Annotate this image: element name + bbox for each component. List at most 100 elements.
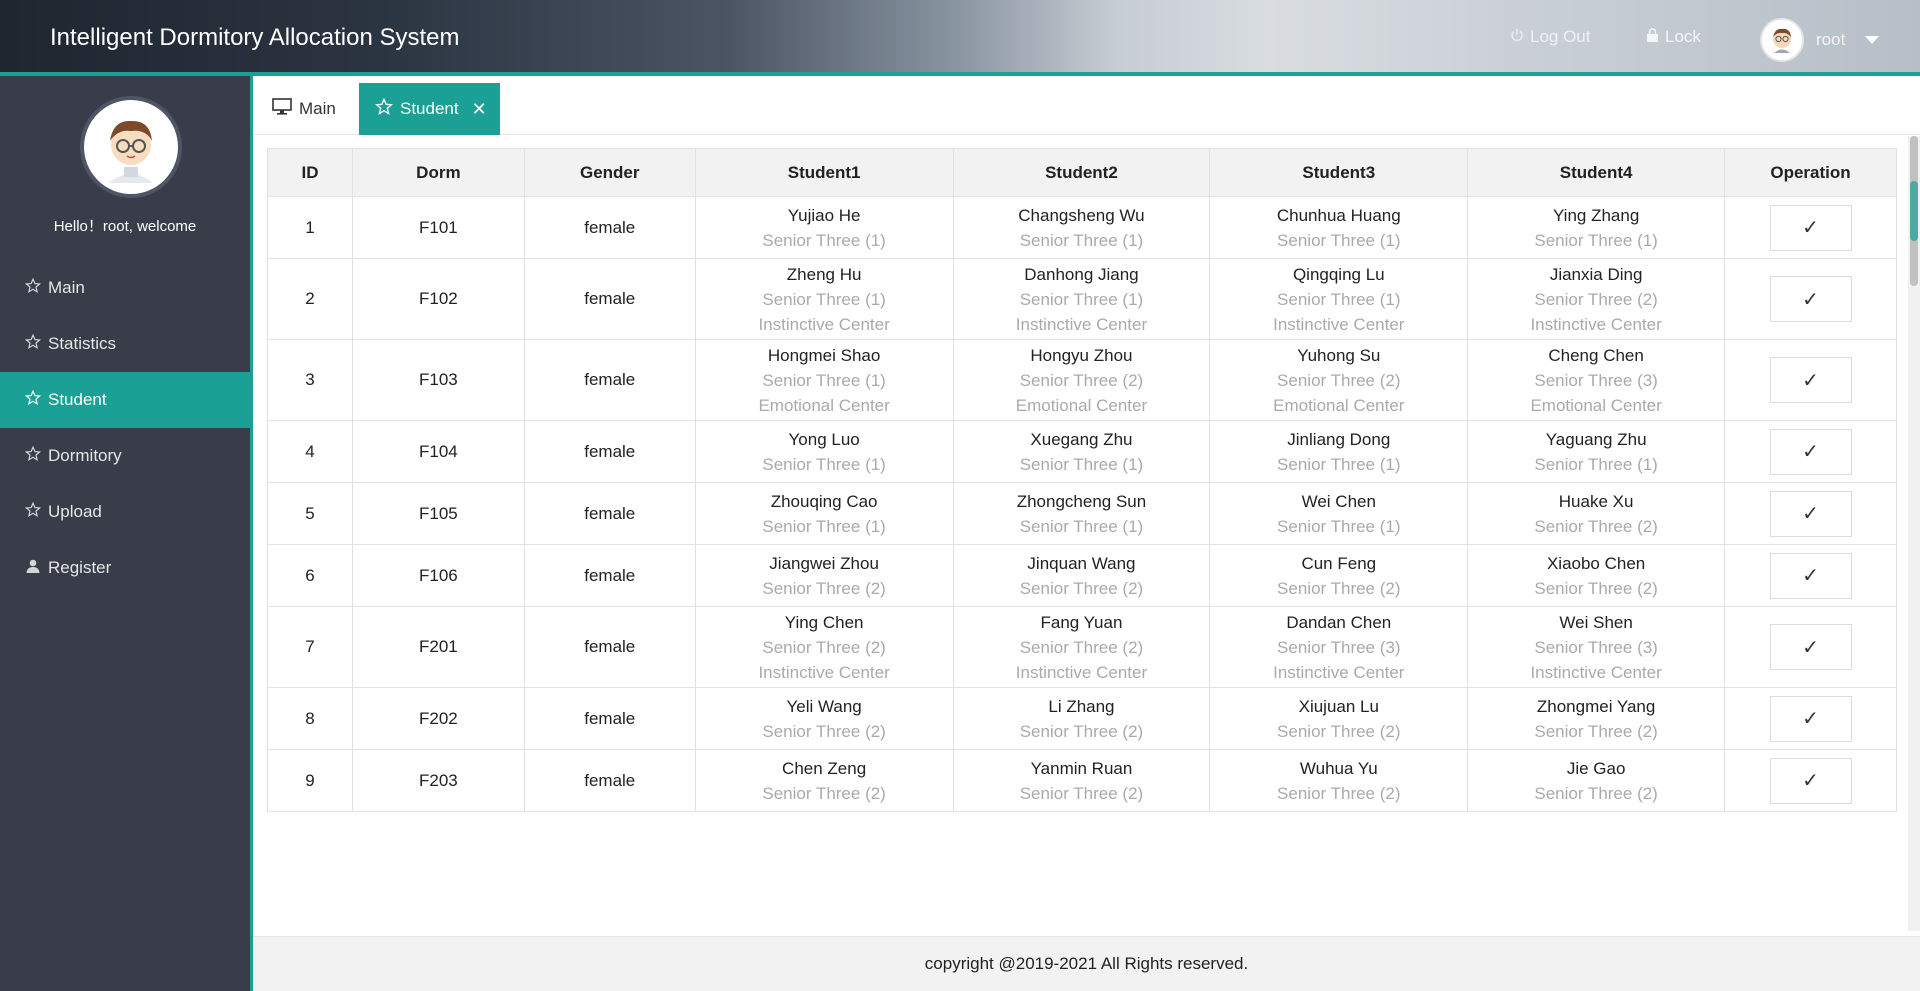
confirm-button[interactable]: ✓ — [1769, 490, 1852, 537]
cell-student: Zhouqing Cao Senior Three (1) — [694, 482, 954, 545]
confirm-button[interactable]: ✓ — [1769, 757, 1852, 804]
cell-student: Cun Feng Senior Three (2) — [1209, 544, 1469, 607]
cell-id: 3 — [267, 339, 353, 421]
tab-main[interactable]: Main — [256, 83, 352, 135]
sidebar-item-dormitory[interactable]: Dormitory — [0, 428, 250, 484]
cell-operation: ✓ — [1724, 339, 1897, 421]
student-class: Senior Three (2) — [1019, 783, 1144, 803]
cell-gender: female — [523, 420, 696, 483]
cell-dorm: F102 — [351, 258, 525, 340]
student-class: Senior Three (1) — [762, 370, 886, 390]
cell-student: Cheng Chen Senior Three (3) Emotional Cent… — [1467, 339, 1726, 421]
student-name: Fang Yuan — [1040, 612, 1123, 632]
cell-operation: ✓ — [1724, 749, 1897, 812]
student-class: Senior Three (2) — [1277, 578, 1401, 598]
cell-student: Zheng Hu Senior Three (1) Instinctive Cent… — [694, 258, 954, 340]
copyright-text: copyright @2019-2021 All Rights reserved… — [924, 954, 1249, 973]
star-icon — [374, 97, 394, 121]
student-class: Senior Three (2) — [1019, 370, 1144, 390]
student-class: Senior Three (1) — [1019, 454, 1144, 474]
column-header: Operation — [1724, 148, 1897, 197]
student-center: Instinctive Center — [1015, 314, 1148, 334]
star-icon — [24, 333, 42, 355]
check-icon: ✓ — [1802, 369, 1819, 392]
student-center: Instinctive Center — [1273, 314, 1405, 334]
student-class: Senior Three (2) — [1534, 289, 1658, 309]
student-name: Cun Feng — [1301, 553, 1377, 573]
chevron-down-icon — [1865, 36, 1880, 44]
student-class: Senior Three (3) — [1534, 637, 1658, 657]
cell-gender: female — [523, 687, 696, 750]
confirm-button[interactable]: ✓ — [1769, 695, 1852, 742]
vertical-scrollbar[interactable] — [1908, 136, 1920, 931]
confirm-button[interactable]: ✓ — [1769, 357, 1852, 403]
student-class: Senior Three (2) — [1534, 783, 1658, 803]
sidebar-item-student[interactable]: Student — [0, 372, 250, 428]
student-class: Senior Three (1) — [1277, 230, 1401, 250]
username: root — [1816, 30, 1846, 49]
student-center: Instinctive Center — [1015, 662, 1148, 682]
cell-dorm: F106 — [351, 544, 525, 607]
tab-student[interactable]: Student ✕ — [359, 83, 500, 135]
cell-dorm: F103 — [351, 339, 525, 421]
confirm-button[interactable]: ✓ — [1769, 552, 1852, 599]
sidebar-item-statistics[interactable]: Statistics — [0, 316, 250, 372]
table-row: 4 F104 female Yong Luo Senior Three (1) Xuega… — [267, 420, 1897, 483]
cell-gender: female — [523, 544, 696, 607]
cell-student: Zhongcheng Sun Senior Three (1) — [952, 482, 1211, 545]
student-name: Dandan Chen — [1286, 612, 1392, 632]
student-name: Chen Zeng — [782, 758, 867, 778]
student-name: Jiangwei Zhou — [769, 553, 879, 573]
sidebar-item-main[interactable]: Main — [0, 260, 250, 316]
cell-student: Wuhua Yu Senior Three (2) — [1209, 749, 1469, 812]
sidebar-item-label: Upload — [48, 502, 102, 521]
table-row: 9 F203 female Chen Zeng Senior Three (2) Yanm… — [267, 749, 1897, 812]
star-icon — [24, 389, 42, 411]
cell-student: Jinliang Dong Senior Three (1) — [1209, 420, 1469, 483]
student-name: Jianxia Ding — [1549, 264, 1643, 284]
student-class: Senior Three (2) — [762, 721, 886, 741]
user-menu[interactable]: root — [1760, 18, 1880, 62]
student-name: Qingqing Lu — [1292, 264, 1385, 284]
student-name: Ying Chen — [784, 612, 864, 632]
lock-button[interactable]: Lock — [1646, 27, 1701, 47]
table-row: 3 F103 female Hongmei Shao Senior Three (1) E… — [267, 339, 1897, 421]
cell-operation: ✓ — [1724, 420, 1897, 483]
student-name: Li Zhang — [1048, 696, 1115, 716]
cell-student: Jianxia Ding Senior Three (2) Instinctive … — [1467, 258, 1726, 340]
sidebar-item-register[interactable]: Register — [0, 540, 250, 596]
student-center: Instinctive Center — [758, 662, 890, 682]
cell-student: Xiaobo Chen Senior Three (2) — [1467, 544, 1726, 607]
table-header-row: ID Dorm Gender Student1 Student2 Student3 Stud… — [267, 148, 1897, 197]
cell-gender: female — [523, 339, 696, 421]
student-class: Senior Three (1) — [762, 516, 886, 536]
cell-gender: female — [523, 749, 696, 812]
user-icon — [25, 558, 41, 579]
cell-student: Huake Xu Senior Three (2) — [1467, 482, 1726, 545]
cell-student: Xiujuan Lu Senior Three (2) — [1209, 687, 1469, 750]
top-header: Intelligent Dormitory Allocation System … — [0, 0, 1920, 76]
confirm-button[interactable]: ✓ — [1769, 624, 1852, 670]
confirm-button[interactable]: ✓ — [1769, 204, 1852, 251]
logout-button[interactable]: Log Out — [1510, 27, 1591, 47]
cell-student: Wei Shen Senior Three (3) Instinctive Cent… — [1467, 606, 1726, 688]
sidebar-item-upload[interactable]: Upload — [0, 484, 250, 540]
avatar — [80, 96, 182, 198]
sidebar-item-label: Student — [48, 390, 107, 409]
confirm-button[interactable]: ✓ — [1769, 428, 1852, 475]
student-name: Yujiao He — [787, 205, 861, 225]
confirm-button[interactable]: ✓ — [1769, 276, 1852, 322]
student-class: Senior Three (1) — [1019, 289, 1144, 309]
cell-dorm: F201 — [351, 606, 525, 688]
student-center: Emotional Center — [1530, 395, 1662, 415]
close-icon[interactable]: ✕ — [472, 99, 487, 120]
cell-student: Hongyu Zhou Senior Three (2) Emotional Cen… — [952, 339, 1211, 421]
cell-student: Jie Gao Senior Three (2) — [1467, 749, 1726, 812]
student-name: Hongyu Zhou — [1030, 345, 1133, 365]
table-row: 8 F202 female Yeli Wang Senior Three (2) Li Z… — [267, 687, 1897, 750]
cell-dorm: F203 — [351, 749, 525, 812]
cell-id: 1 — [267, 196, 353, 259]
cell-gender: female — [523, 482, 696, 545]
student-name: Jinquan Wang — [1027, 553, 1136, 573]
column-header: ID — [267, 148, 353, 197]
